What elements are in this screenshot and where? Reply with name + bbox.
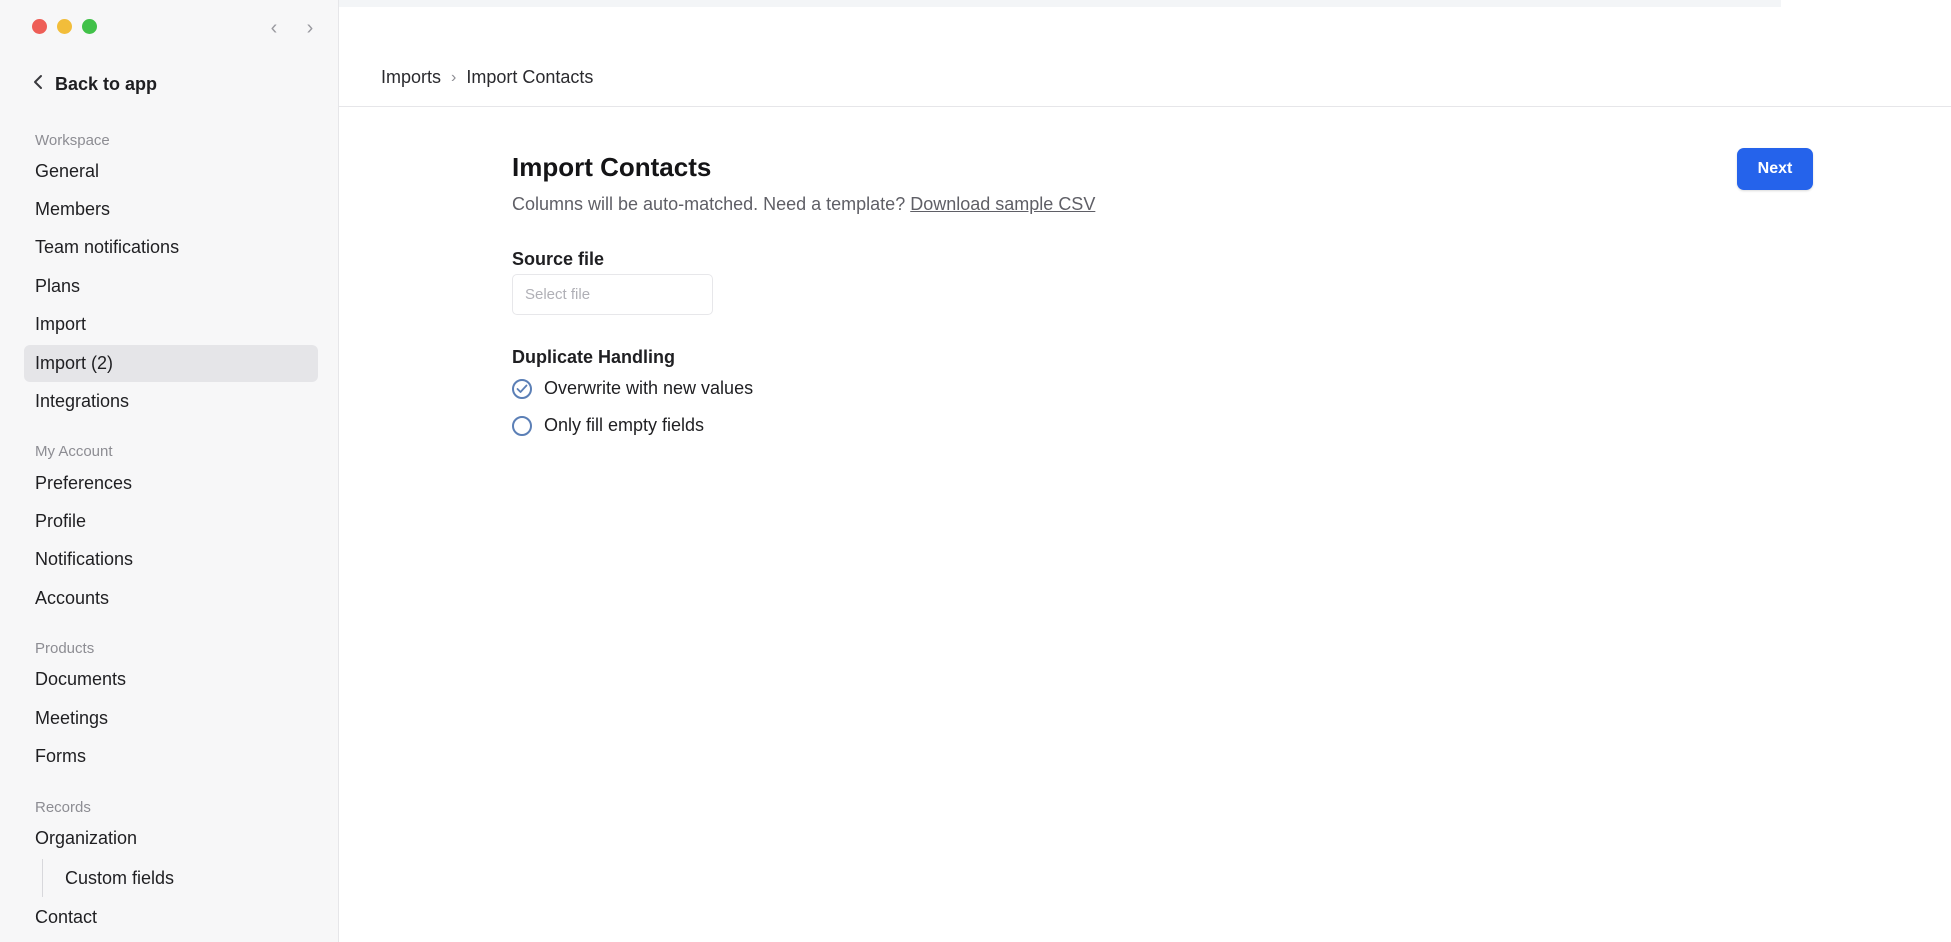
radio-only-fill-empty-label: Only fill empty fields (544, 415, 705, 435)
source-file-select[interactable] (512, 274, 713, 315)
minimize-window-button[interactable] (57, 19, 72, 34)
app-window: ‹ › Back to app Workspace General Member… (0, 0, 1951, 942)
back-to-app-link[interactable]: Back to app (33, 74, 157, 95)
sidebar-item-import-2[interactable]: Import (2) (24, 345, 318, 382)
download-sample-csv-link[interactable]: Download sample CSV (910, 194, 1095, 214)
back-to-app-label: Back to app (55, 74, 158, 94)
subtitle-text: Columns will be auto-matched. Need a tem… (512, 194, 906, 214)
sidebar-item-forms[interactable]: Forms (24, 738, 318, 775)
sidebar-item-members[interactable]: Members (24, 191, 318, 228)
maximize-window-button[interactable] (82, 19, 97, 34)
breadcrumb-separator-icon: › (451, 68, 457, 86)
sidebar-item-integrations[interactable]: Integrations (24, 383, 318, 420)
sidebar-item-meetings[interactable]: Meetings (24, 700, 318, 737)
section-label-records: Records (35, 799, 91, 816)
header-divider (339, 106, 1951, 107)
radio-only-fill-empty[interactable]: Only fill empty fields (512, 415, 704, 436)
breadcrumb-current: Import Contacts (466, 67, 594, 87)
sidebar-item-profile[interactable]: Profile (24, 503, 318, 540)
next-button[interactable]: Next (1737, 148, 1813, 190)
source-file-label: Source file (512, 249, 605, 269)
section-label-workspace: Workspace (35, 132, 110, 149)
sidebar-item-import[interactable]: Import (24, 306, 318, 343)
sidebar-item-contact[interactable]: Contact (24, 899, 318, 936)
close-window-button[interactable] (32, 19, 47, 34)
window-controls (32, 19, 97, 34)
sidebar-item-preferences[interactable]: Preferences (24, 465, 318, 502)
section-label-my-account: My Account (35, 443, 113, 460)
breadcrumb-imports-link[interactable]: Imports (381, 67, 441, 88)
section-label-products: Products (35, 640, 95, 657)
top-strip (339, 0, 1781, 7)
sidebar-item-notifications[interactable]: Notifications (24, 541, 318, 578)
sidebar-item-team-notifications[interactable]: Team notifications (24, 229, 318, 266)
duplicate-handling-label: Duplicate Handling (512, 347, 676, 367)
radio-unchecked-icon[interactable] (512, 415, 532, 436)
sidebar-item-documents[interactable]: Documents (24, 661, 318, 698)
breadcrumb: Imports › Import Contacts (381, 67, 593, 88)
main-content: Imports › Import Contacts Import Contact… (339, 0, 1951, 942)
sidebar-item-accounts[interactable]: Accounts (24, 580, 318, 617)
radio-checked-icon[interactable] (512, 378, 532, 399)
sidebar-item-organization[interactable]: Organization (24, 820, 318, 857)
page-title: Import Contacts (512, 152, 712, 182)
forward-arrow-icon[interactable]: › (302, 18, 318, 38)
settings-sidebar: ‹ › Back to app Workspace General Member… (0, 0, 339, 942)
radio-overwrite-label: Overwrite with new values (544, 378, 754, 398)
back-arrow-icon[interactable]: ‹ (266, 18, 282, 38)
sidebar-item-custom-fields[interactable]: Custom fields (41, 860, 318, 897)
history-navigation: ‹ › (266, 18, 318, 38)
sidebar-item-plans[interactable]: Plans (24, 268, 318, 305)
radio-overwrite[interactable]: Overwrite with new values (512, 378, 753, 399)
chevron-left-icon (33, 74, 43, 95)
page-subtitle: Columns will be auto-matched. Need a tem… (512, 194, 1095, 215)
sidebar-item-general[interactable]: General (24, 153, 318, 190)
